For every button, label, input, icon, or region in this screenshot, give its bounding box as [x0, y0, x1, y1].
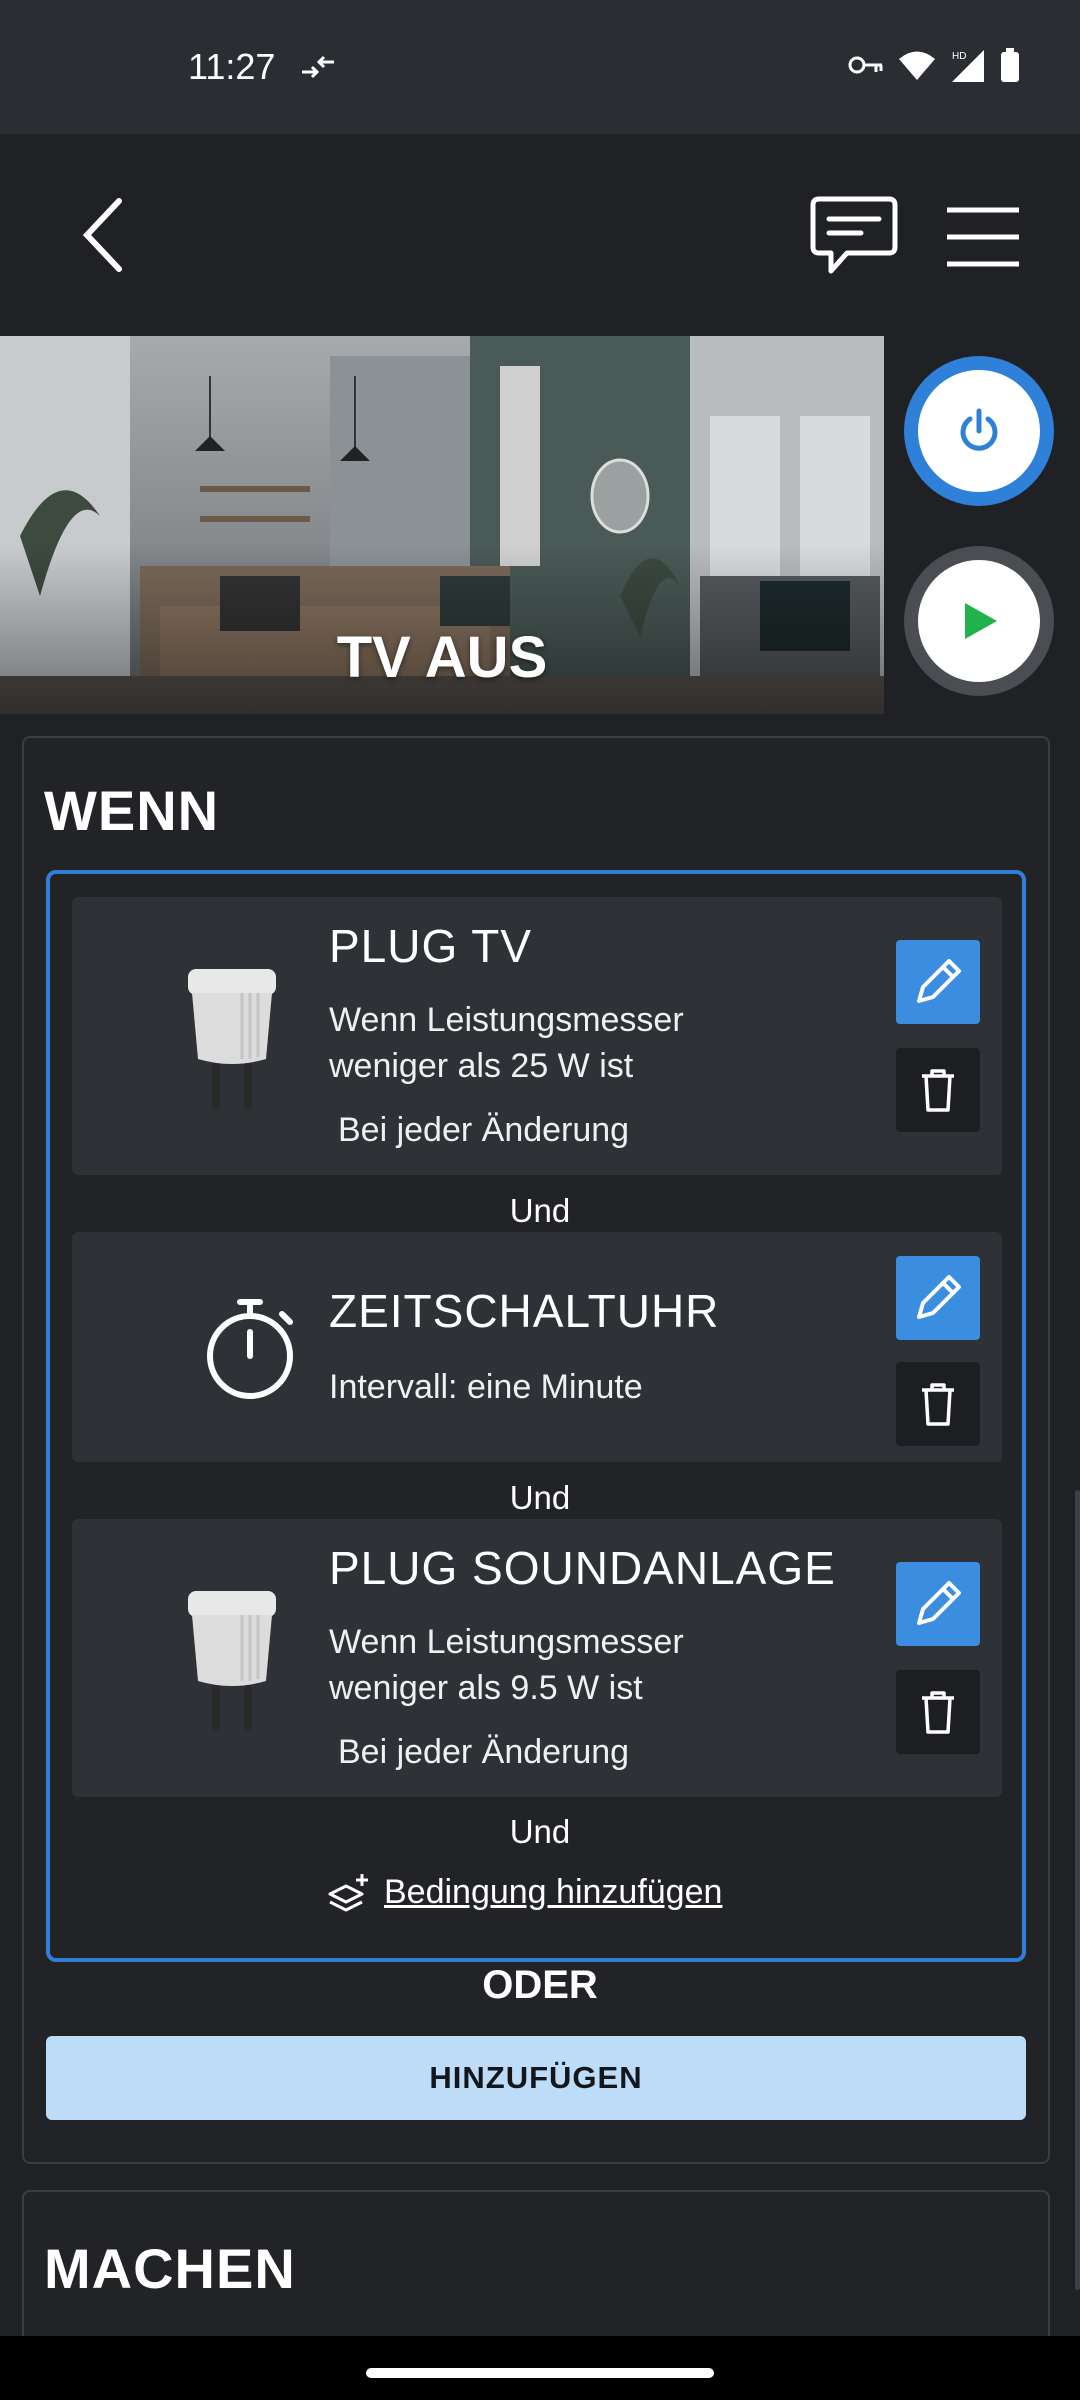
svg-text:HD: HD — [952, 51, 966, 62]
hamburger-menu-icon — [947, 207, 1019, 267]
status-icons: HD — [848, 48, 1020, 82]
oder-label: ODER — [482, 1963, 598, 2007]
condition-zeitschaltuhr[interactable]: ZEITSCHALTUHR Intervall: eine Minute — [72, 1232, 1002, 1462]
hinzufuegen-button[interactable]: HINZUFÜGEN — [46, 2036, 1026, 2120]
scene-image: TV AUS — [0, 336, 884, 714]
scene-actions — [884, 336, 1080, 714]
trash-icon — [922, 1691, 954, 1734]
menu-button[interactable] — [940, 194, 1026, 280]
trash-icon — [922, 1383, 954, 1426]
cell-signal-icon: HD — [952, 50, 984, 82]
smart-plug-image — [188, 1591, 276, 1731]
condition-desc-line2: weniger als 25 W ist — [329, 1047, 634, 1085]
vpn-key-icon — [848, 56, 883, 74]
und-connector: Und — [509, 1192, 571, 1229]
edit-button[interactable] — [896, 1562, 980, 1646]
back-button[interactable] — [62, 190, 142, 280]
condition-desc-line1: Intervall: eine Minute — [329, 1368, 643, 1406]
condition-trigger: Bei jeder Änderung — [338, 1111, 630, 1149]
condition-plug-soundanlage[interactable]: PLUG SOUNDANLAGE Wenn Leistungsmesser we… — [72, 1519, 1002, 1797]
status-time: 11:27 — [188, 46, 276, 87]
wenn-title: WENN — [44, 779, 220, 842]
battery-icon — [1001, 48, 1019, 82]
pencil-icon — [917, 1581, 961, 1625]
stopwatch-icon — [207, 1299, 293, 1399]
play-button[interactable] — [904, 546, 1054, 696]
scene-title: TV AUS — [336, 625, 548, 690]
add-condition-link[interactable]: Bedingung hinzufügen — [326, 1872, 722, 1912]
condition-desc-line2: weniger als 9.5 W ist — [329, 1669, 643, 1707]
add-layers-icon — [328, 1874, 368, 1912]
play-icon — [965, 603, 997, 639]
condition-desc-line1: Wenn Leistungsmesser — [329, 1001, 684, 1039]
edit-button[interactable] — [896, 940, 980, 1024]
condition-title: ZEITSCHALTUHR — [329, 1285, 720, 1337]
scrollbar[interactable] — [1075, 1490, 1080, 2290]
power-button[interactable] — [904, 356, 1054, 506]
condition-plug-tv[interactable]: PLUG TV Wenn Leistungsmesser weniger als… — [72, 897, 1002, 1175]
navigation-bar — [0, 2336, 1080, 2400]
pencil-icon — [917, 959, 961, 1003]
wifi-icon — [899, 51, 935, 80]
add-condition-label: Bedingung hinzufügen — [384, 1872, 723, 1911]
trash-icon — [922, 1069, 954, 1112]
condition-trigger: Bei jeder Änderung — [338, 1733, 630, 1771]
und-connector: Und — [509, 1479, 571, 1516]
delete-button[interactable] — [896, 1048, 980, 1132]
chat-icon — [810, 196, 898, 274]
condition-title: PLUG SOUNDANLAGE — [329, 1542, 836, 1594]
machen-title: MACHEN — [44, 2237, 296, 2300]
power-icon — [960, 408, 998, 451]
condition-title: PLUG TV — [329, 920, 532, 972]
app-bar — [0, 134, 1080, 336]
delete-button[interactable] — [896, 1670, 980, 1754]
und-connector: Und — [509, 1813, 571, 1850]
edit-button[interactable] — [896, 1256, 980, 1340]
pencil-icon — [917, 1275, 961, 1319]
delete-button[interactable] — [896, 1362, 980, 1446]
chevron-left-icon — [82, 198, 122, 272]
status-bar: 11:27 HD — [0, 0, 1080, 134]
data-transfer-icon — [302, 55, 334, 79]
home-gesture-handle[interactable] — [366, 2368, 714, 2378]
smart-plug-image — [188, 969, 276, 1109]
messages-button[interactable] — [806, 190, 902, 286]
condition-desc-line1: Wenn Leistungsmesser — [329, 1623, 684, 1661]
